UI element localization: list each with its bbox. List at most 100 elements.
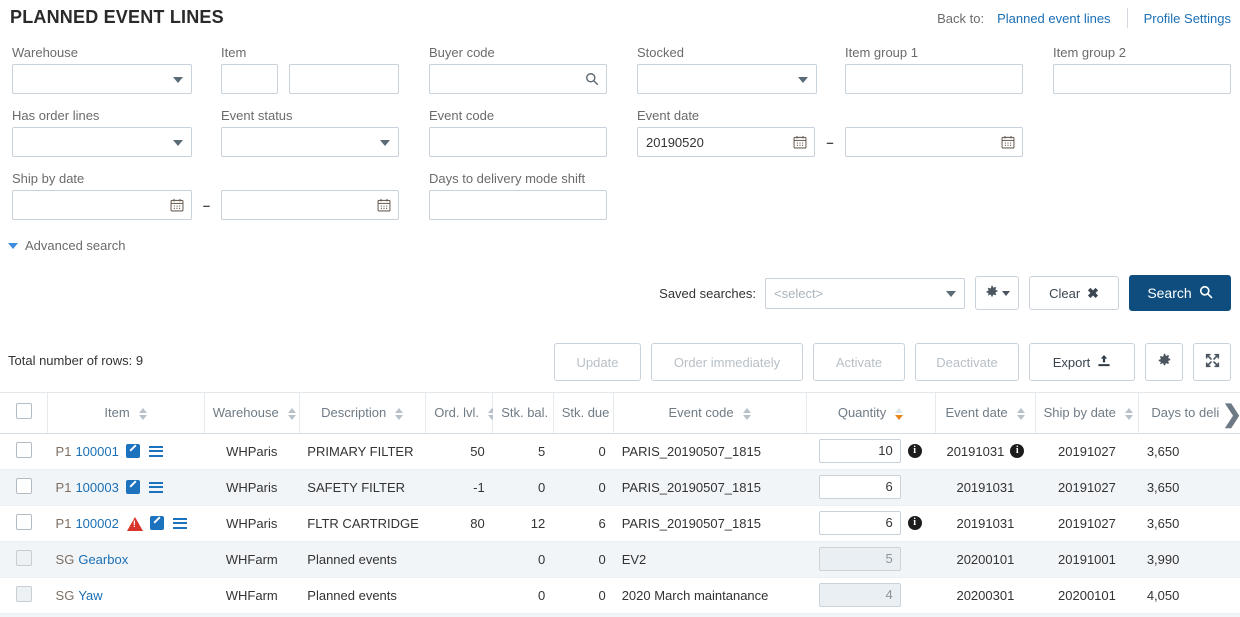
info-icon[interactable]: i: [1010, 444, 1025, 458]
search-button[interactable]: Search: [1129, 275, 1231, 311]
row-checkbox[interactable]: [15, 441, 32, 458]
calendar-icon[interactable]: [793, 135, 807, 149]
item-link[interactable]: 100001: [75, 444, 118, 459]
saved-searches-select[interactable]: <select>: [765, 277, 965, 309]
sort-icon[interactable]: [395, 407, 404, 420]
cell-stk-due[interactable]: 0: [553, 469, 614, 506]
event-date-to-input[interactable]: [845, 127, 1023, 157]
clear-button[interactable]: Clear ✖: [1029, 276, 1119, 310]
row-select-cell[interactable]: [0, 505, 48, 542]
table-row[interactable]: SG Gearbox WHFarm Planned events 0 0 EV2 …: [0, 541, 1240, 578]
event-code-input[interactable]: [429, 127, 607, 157]
row-select-cell[interactable]: [0, 469, 48, 506]
menu-icon[interactable]: [148, 481, 163, 493]
event-status-select[interactable]: [221, 127, 399, 157]
warehouse-select[interactable]: [12, 64, 192, 94]
days-to-delivery-mode-shift-input[interactable]: [429, 190, 607, 220]
edit-icon[interactable]: [149, 515, 164, 530]
row-checkbox[interactable]: [15, 513, 32, 530]
header-event-date[interactable]: Event date: [935, 393, 1036, 434]
cell-stk-bal[interactable]: 0: [492, 577, 554, 614]
calendar-icon[interactable]: [170, 198, 184, 212]
table-row[interactable]: [0, 613, 1240, 617]
header-item[interactable]: Item: [47, 393, 205, 434]
order-immediately-button[interactable]: Order immediately: [651, 343, 803, 381]
search-icon[interactable]: [585, 72, 599, 86]
table-row[interactable]: P1100002 WHParis FLTR CARTRIDGE 80 12 6 …: [0, 505, 1240, 542]
ship-by-date-from-input[interactable]: [12, 190, 192, 220]
calendar-icon[interactable]: [377, 198, 391, 212]
cell-stk-due[interactable]: 0: [553, 577, 614, 614]
item-input-1[interactable]: [221, 64, 278, 94]
sort-icon[interactable]: [138, 407, 147, 420]
ship-by-date-to-input[interactable]: [221, 190, 399, 220]
sort-icon-active[interactable]: [895, 407, 904, 420]
update-button[interactable]: Update: [554, 343, 641, 381]
header-stk-due[interactable]: Stk. due: [553, 393, 615, 434]
event-date-from-input[interactable]: 20190520: [637, 127, 815, 157]
cell-quantity[interactable]: 6: [806, 469, 936, 506]
quantity-input[interactable]: 10: [818, 439, 901, 463]
header-select-all[interactable]: [0, 393, 49, 434]
header-quantity[interactable]: Quantity: [806, 393, 937, 434]
cell-item[interactable]: SG Yaw: [47, 577, 205, 614]
item-group-1-input[interactable]: [845, 64, 1023, 94]
header-stk-bal[interactable]: Stk. bal.: [492, 393, 554, 434]
link-planned-event-lines[interactable]: Planned event lines: [997, 11, 1110, 26]
item-input-2[interactable]: [289, 64, 399, 94]
link-profile-settings[interactable]: Profile Settings: [1144, 11, 1231, 26]
edit-icon[interactable]: [125, 443, 140, 458]
fullscreen-button[interactable]: [1193, 343, 1231, 381]
info-icon[interactable]: i: [907, 516, 922, 530]
stocked-select[interactable]: [637, 64, 817, 94]
sort-icon[interactable]: [287, 407, 296, 420]
sort-icon[interactable]: [1125, 407, 1134, 420]
cell-stk-due[interactable]: 6: [553, 505, 614, 542]
warning-icon[interactable]: [126, 516, 143, 531]
item-link[interactable]: Yaw: [78, 588, 102, 603]
activate-button[interactable]: Activate: [813, 343, 905, 381]
item-group-2-input[interactable]: [1053, 64, 1231, 94]
edit-icon[interactable]: [125, 479, 140, 494]
select-all-checkbox[interactable]: [15, 403, 32, 420]
cell-stk-bal[interactable]: 12: [492, 505, 554, 542]
has-order-lines-select[interactable]: [12, 127, 192, 157]
cell-item[interactable]: P1 100001: [47, 433, 205, 470]
advanced-search-toggle[interactable]: Advanced search: [8, 238, 125, 253]
cell-stk-bal[interactable]: 5: [492, 433, 554, 470]
menu-icon[interactable]: [148, 445, 163, 457]
chevron-right-icon[interactable]: ❯: [1222, 403, 1240, 427]
row-checkbox[interactable]: [15, 477, 32, 494]
grid-settings-button[interactable]: [1145, 343, 1183, 381]
sort-icon[interactable]: [742, 407, 751, 420]
header-description[interactable]: Description: [299, 393, 427, 434]
menu-icon[interactable]: [172, 517, 187, 529]
cell-stk-due[interactable]: 0: [553, 541, 614, 578]
table-row[interactable]: P1 100003 WHParis SAFETY FILTER -1 0 0 PA…: [0, 469, 1240, 506]
item-link[interactable]: Gearbox: [78, 552, 128, 567]
item-link[interactable]: 100002: [75, 516, 118, 531]
row-select-cell[interactable]: [0, 433, 48, 470]
buyer-code-input[interactable]: [429, 64, 607, 94]
header-ord-lvl[interactable]: Ord. lvl.: [425, 393, 497, 434]
cell-stk-bal[interactable]: 0: [492, 541, 554, 578]
header-event-code[interactable]: Event code: [613, 393, 807, 434]
cell-item[interactable]: P1 100002: [47, 505, 205, 542]
table-row[interactable]: P1 100001 WHParis PRIMARY FILTER 50 5 0 P…: [0, 433, 1240, 470]
header-ship-by-date[interactable]: Ship by date: [1035, 393, 1140, 434]
calendar-icon[interactable]: [1001, 135, 1015, 149]
item-link[interactable]: 100003: [75, 480, 118, 495]
saved-searches-settings-button[interactable]: [975, 276, 1019, 310]
table-row[interactable]: SG Yaw WHFarm Planned events 0 0 2020 Mar…: [0, 577, 1240, 614]
row-select-cell[interactable]: [0, 613, 48, 617]
info-icon[interactable]: i: [907, 444, 922, 458]
cell-stk-bal[interactable]: 0: [492, 469, 554, 506]
header-warehouse[interactable]: Warehouse: [204, 393, 300, 434]
deactivate-button[interactable]: Deactivate: [915, 343, 1019, 381]
cell-item[interactable]: SG Gearbox: [47, 541, 205, 578]
quantity-input[interactable]: 6: [818, 511, 901, 535]
export-button[interactable]: Export: [1029, 343, 1135, 381]
cell-quantity[interactable]: 10 i: [806, 433, 936, 470]
quantity-input[interactable]: 6: [818, 475, 901, 499]
cell-quantity[interactable]: 6 i: [806, 505, 936, 542]
